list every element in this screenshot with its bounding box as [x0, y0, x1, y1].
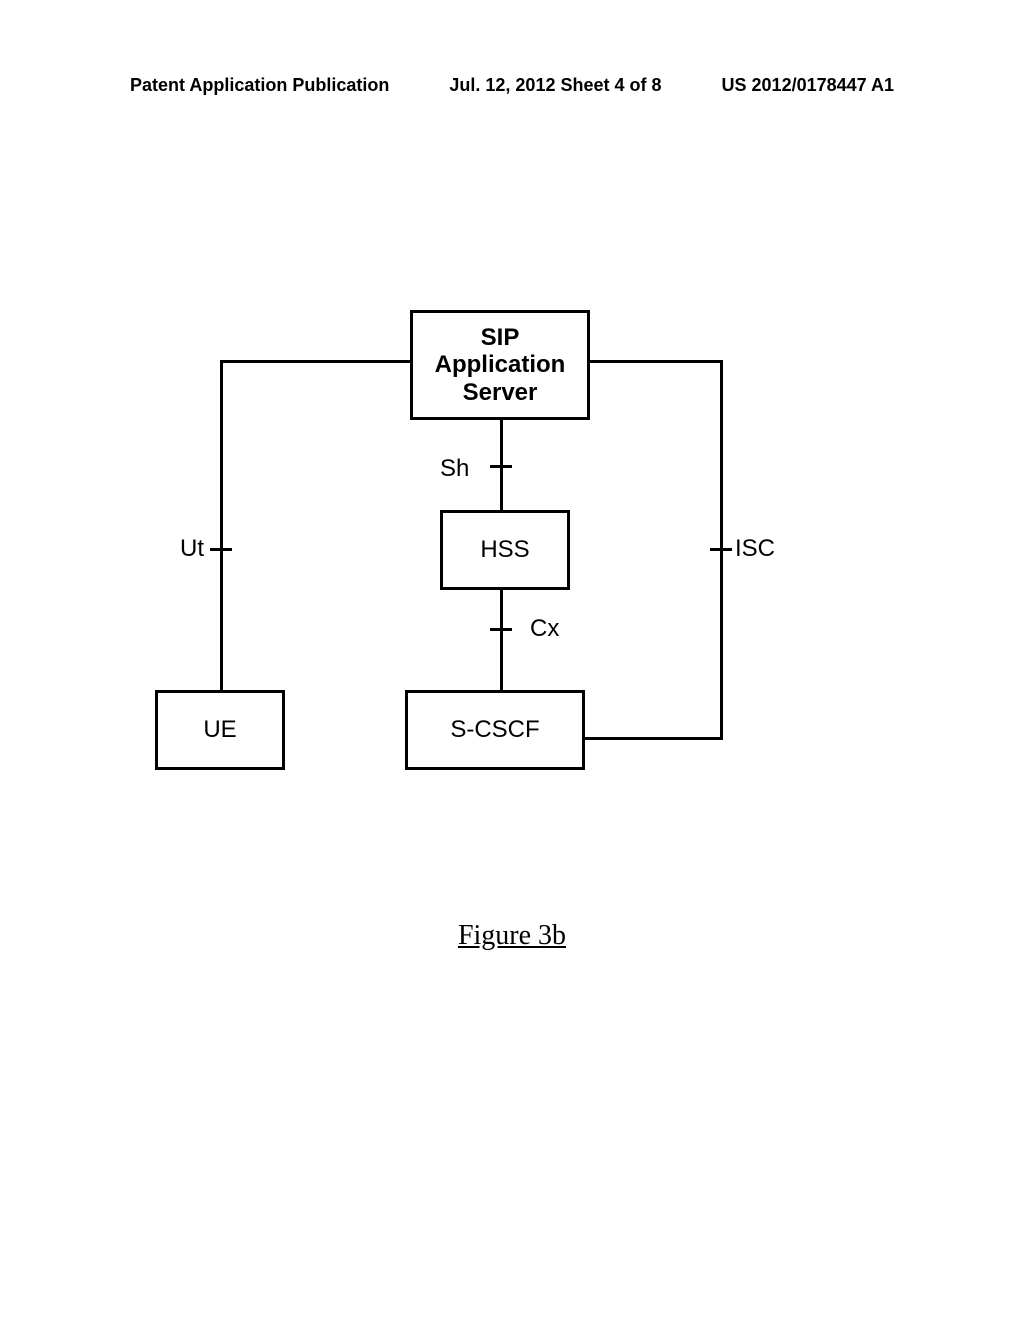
- header-date-sheet: Jul. 12, 2012 Sheet 4 of 8: [449, 75, 661, 96]
- interface-label-cx: Cx: [530, 615, 559, 643]
- page-header: Patent Application Publication Jul. 12, …: [0, 75, 1024, 96]
- interface-label-ut: Ut: [180, 535, 204, 563]
- interface-label-isc: ISC: [735, 535, 775, 563]
- tick-ut: [210, 548, 232, 551]
- box-ue-label: UE: [203, 716, 236, 744]
- tick-sh: [490, 465, 512, 468]
- connection-isc-horizontal-bottom: [585, 737, 723, 740]
- connection-ut-horizontal: [220, 360, 410, 363]
- connection-cx: [500, 590, 503, 690]
- box-scscf-label: S-CSCF: [450, 716, 539, 744]
- box-hss: HSS: [440, 510, 570, 590]
- tick-cx: [490, 628, 512, 631]
- tick-isc: [710, 548, 732, 551]
- connection-ut-vertical: [220, 360, 223, 690]
- architecture-diagram: SIP Application Server HSS S-CSCF UE Sh …: [130, 310, 830, 810]
- figure-caption: Figure 3b: [0, 920, 1024, 952]
- box-hss-label: HSS: [480, 536, 529, 564]
- box-scscf: S-CSCF: [405, 690, 585, 770]
- header-publication-number: US 2012/0178447 A1: [722, 75, 894, 96]
- header-publication-type: Patent Application Publication: [130, 75, 389, 96]
- box-ue: UE: [155, 690, 285, 770]
- connection-isc-horizontal-top: [590, 360, 720, 363]
- box-sip-label: SIP Application Server: [435, 324, 566, 407]
- interface-label-sh: Sh: [440, 455, 469, 483]
- box-sip-application-server: SIP Application Server: [410, 310, 590, 420]
